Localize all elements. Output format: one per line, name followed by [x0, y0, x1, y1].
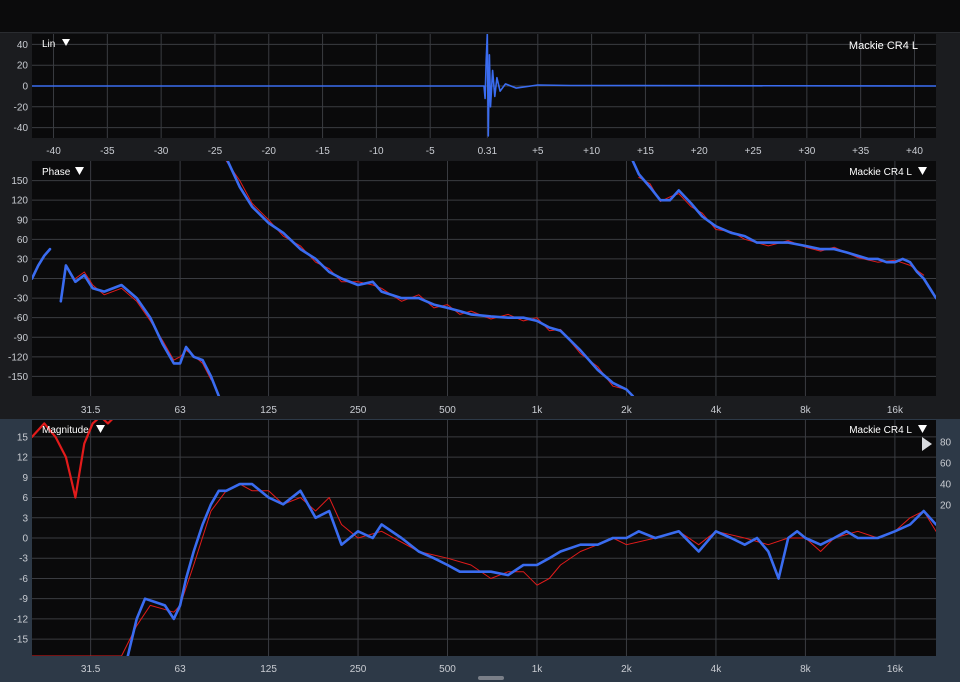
x-tick-label: 31.5: [81, 405, 101, 416]
impulse-panel: -40 -35 -30 -25 -20 -15 -10 -5 0.31 +5 +10 +15 +20 +2…: [0, 33, 960, 160]
x-tick-label: -35: [100, 146, 115, 157]
y-tick-label: 90: [17, 215, 29, 226]
x-tick-label: -25: [208, 146, 223, 157]
phase-panel: 31.5 63 125 250 500 1k 2k 4k 8k 16k 150 120 90 60 30 0 -…: [0, 160, 960, 419]
y-tick-label: 30: [17, 254, 29, 265]
magnitude-label[interactable]: Magnitude: [42, 425, 89, 436]
y-tick-label: -30: [14, 294, 29, 305]
y2-tick-label: 40: [940, 480, 952, 491]
magnitude-panel: 31.5 63 125 250 500 1k 2k 4k 8k 16k15129630-3-6-9…: [0, 419, 960, 682]
impulse-mode-label[interactable]: Lin: [42, 39, 55, 50]
y-tick-label: -3: [19, 554, 28, 565]
x-tick-label: 31.5: [81, 664, 101, 675]
x-tick-label: -5: [426, 146, 435, 157]
y-tick-label: -90: [14, 333, 29, 344]
x-tick-label: +10: [583, 146, 600, 157]
impulse-title: Mackie CR4 L: [849, 40, 918, 52]
resize-handle[interactable]: [478, 676, 504, 680]
x-tick-label: 1k: [532, 405, 544, 416]
y-tick-label: 150: [11, 176, 28, 187]
phase-label[interactable]: Phase: [42, 167, 71, 178]
y-tick-label: -40: [14, 123, 29, 134]
analyzer-charts: -40 -35 -30 -25 -20 -15 -10 -5 0.31 +5 +10 +15 +20 +2…: [0, 33, 960, 682]
x-tick-label: -15: [315, 146, 330, 157]
x-tick-label: +20: [691, 146, 708, 157]
x-tick-label: +30: [798, 146, 815, 157]
x-tick-label: -10: [369, 146, 384, 157]
y-tick-label: 6: [22, 493, 28, 504]
y2-tick-label: 80: [940, 438, 952, 449]
y-tick-label: 9: [22, 473, 28, 484]
x-tick-label: 63: [175, 405, 187, 416]
x-tick-label: 63: [175, 664, 187, 675]
y-tick-label: 12: [17, 453, 29, 464]
y-tick-label: 0: [22, 534, 28, 545]
y2-tick-label: 20: [940, 501, 952, 512]
y-tick-label: 20: [17, 61, 29, 72]
x-tick-label: +35: [852, 146, 869, 157]
phase-trace-label[interactable]: Mackie CR4 L: [849, 167, 912, 178]
y-tick-label: 0: [22, 274, 28, 285]
y-tick-label: 3: [22, 513, 28, 524]
y-tick-label: -9: [19, 594, 28, 605]
y-tick-label: -6: [19, 574, 28, 585]
x-tick-label: +15: [637, 146, 654, 157]
y-tick-label: -60: [14, 313, 29, 324]
x-tick-label: 16k: [887, 405, 904, 416]
x-tick-label: 125: [260, 405, 277, 416]
y-tick-label: 15: [17, 432, 29, 443]
y-tick-label: 0: [22, 82, 28, 93]
x-tick-label: -20: [262, 146, 277, 157]
x-tick-label: +40: [906, 146, 923, 157]
x-tick-label: 4k: [711, 405, 723, 416]
x-tick-label: +25: [745, 146, 762, 157]
y2-tick-label: 60: [940, 459, 952, 470]
x-tick-label: 4k: [711, 664, 723, 675]
x-tick-label: -30: [154, 146, 169, 157]
magnitude-trace-label[interactable]: Mackie CR4 L: [849, 425, 912, 436]
y-tick-label: 40: [17, 40, 29, 51]
x-tick-label: +5: [532, 146, 544, 157]
y-tick-label: -15: [14, 635, 29, 646]
x-tick-label: 2k: [621, 405, 633, 416]
y-tick-label: -150: [8, 372, 28, 383]
x-tick-label: 125: [260, 664, 277, 675]
y-tick-label: -120: [8, 352, 28, 363]
y-tick-label: -20: [14, 102, 29, 113]
y-tick-label: -12: [14, 614, 29, 625]
y-tick-label: 60: [17, 235, 29, 246]
x-tick-label: 8k: [800, 664, 812, 675]
x-tick-label: 1k: [532, 664, 544, 675]
y-tick-label: 120: [11, 196, 28, 207]
x-tick-label: 250: [350, 664, 367, 675]
x-tick-label: -40: [46, 146, 61, 157]
x-tick-label: 0.31: [478, 146, 498, 157]
x-tick-label: 16k: [887, 664, 904, 675]
x-tick-label: 500: [439, 405, 456, 416]
x-tick-label: 2k: [621, 664, 633, 675]
x-tick-label: 500: [439, 664, 456, 675]
x-tick-label: 8k: [800, 405, 812, 416]
x-tick-label: 250: [350, 405, 367, 416]
